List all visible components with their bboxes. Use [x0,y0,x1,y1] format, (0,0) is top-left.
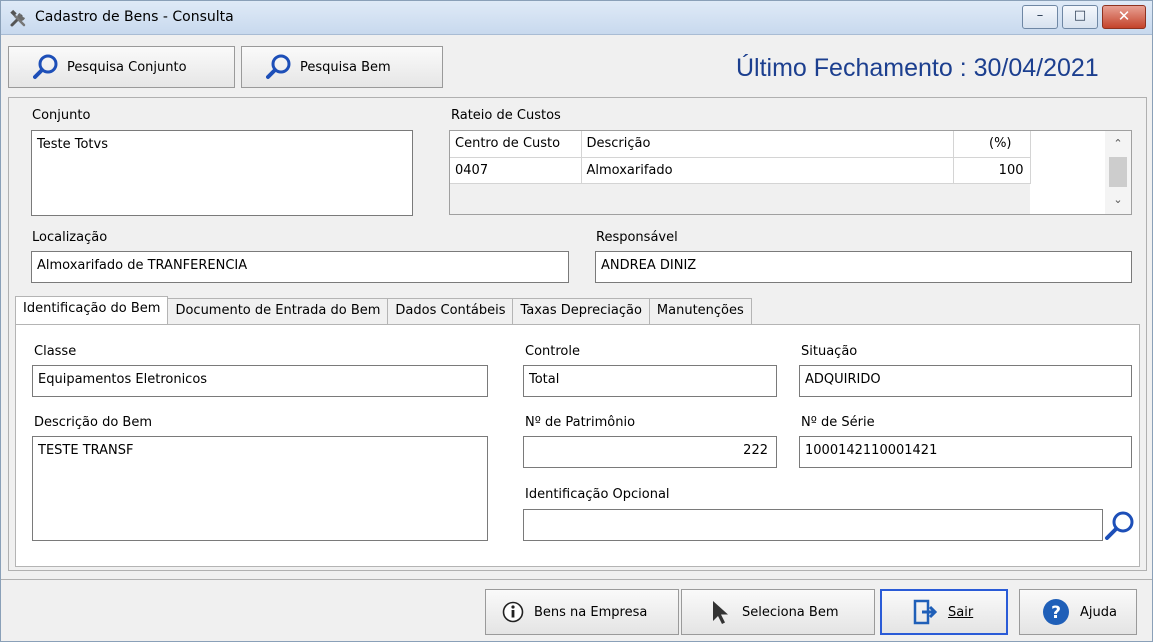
svg-text:?: ? [1051,603,1061,623]
responsavel-field[interactable]: ANDREA DINIZ [595,251,1132,283]
classe-label: Classe [34,344,77,359]
controle-label: Controle [525,344,580,359]
rateio-grid[interactable]: Centro de Custo Descrição (%) 0407 Almox… [449,130,1132,215]
seleciona-bem-button[interactable]: Seleciona Bem [681,589,875,635]
cursor-icon [713,601,728,624]
ajuda-button[interactable]: ? Ajuda [1019,589,1137,635]
tab-taxas-depreciacao[interactable]: Taxas Depreciação [513,298,650,325]
tab-documento-entrada[interactable]: Documento de Entrada do Bem [168,298,389,325]
bens-empresa-label: Bens na Empresa [534,604,648,620]
serie-field[interactable]: 1000142110001421 [799,436,1132,468]
scroll-up-icon[interactable]: ⌃ [1105,137,1131,150]
tab-manutencoes[interactable]: Manutenções [649,298,752,325]
tools-icon [10,9,26,27]
pesquisa-bem-label: Pesquisa Bem [300,59,391,75]
title-bar[interactable]: Cadastro de Bens - Consulta – □ ✕ [1,1,1152,35]
col-centro-custo: Centro de Custo [450,131,582,158]
grid-scrollbar[interactable]: ⌃ ⌄ [1105,131,1131,214]
maximize-button[interactable]: □ [1062,5,1098,29]
controle-field[interactable]: Total [523,365,777,397]
table-header-row: Centro de Custo Descrição (%) [450,131,1031,158]
close-icon: ✕ [1117,7,1131,25]
cell-percent: 100 [953,157,1031,184]
tab-identificacao[interactable]: Identificação do Bem [15,296,169,325]
window-title: Cadastro de Bens - Consulta [35,9,234,25]
pesquisa-bem-button[interactable]: Pesquisa Bem [241,46,443,88]
serie-label: Nº de Série [801,415,875,430]
conjunto-field[interactable]: Teste Totvs [31,130,413,216]
info-icon [502,601,524,623]
localizacao-label: Localização [32,230,108,245]
tab-dados-contabeis[interactable]: Dados Contábeis [388,298,514,325]
maximize-icon: □ [1073,8,1087,23]
responsavel-label: Responsável [596,230,678,245]
cell-centro-custo: 0407 [450,157,582,184]
bens-empresa-button[interactable]: Bens na Empresa [485,589,679,635]
scroll-down-icon[interactable]: ⌄ [1105,193,1131,206]
sair-button[interactable]: Sair [880,589,1008,635]
pesquisa-conjunto-button[interactable]: Pesquisa Conjunto [8,46,235,88]
ultimo-fechamento: Último Fechamento : 30/04/2021 [736,54,1099,82]
descricao-field[interactable]: TESTE TRANSF [32,436,488,541]
col-descricao: Descrição [581,131,954,158]
ajuda-label: Ajuda [1080,604,1117,620]
patrimonio-label: Nº de Patrimônio [525,415,636,430]
window-controls: – □ ✕ [1022,5,1146,29]
close-button[interactable]: ✕ [1102,5,1146,29]
seleciona-bem-label: Seleciona Bem [742,604,839,620]
rateio-label: Rateio de Custos [451,108,561,123]
search-icon [266,54,291,79]
opcional-label: Identificação Opcional [525,487,670,502]
conjunto-label: Conjunto [32,108,91,123]
table-row[interactable]: 0407 Almoxarifado 100 [450,157,1031,184]
help-icon: ? [1043,599,1069,625]
rateio-table: Centro de Custo Descrição (%) 0407 Almox… [450,131,1031,184]
main-window: Cadastro de Bens - Consulta – □ ✕ Pesqui… [0,0,1153,642]
col-percent: (%) [953,131,1031,158]
situacao-field[interactable]: ADQUIRIDO [799,365,1132,397]
sair-label: Sair [948,604,974,620]
scroll-thumb[interactable] [1109,157,1127,187]
search-icon [33,54,58,79]
situacao-label: Situação [801,344,858,359]
opcional-field[interactable] [523,509,1103,541]
minimize-icon: – [1036,8,1044,23]
patrimonio-field[interactable]: 222 [523,436,777,468]
tab-strip: Identificação do Bem Documento de Entrad… [15,296,752,325]
minimize-button[interactable]: – [1022,5,1058,29]
exit-icon [913,599,938,625]
descricao-label: Descrição do Bem [34,415,153,430]
search-icon[interactable] [1102,510,1136,540]
localizacao-field[interactable]: Almoxarifado de TRANFERENCIA [31,251,569,283]
cell-descricao: Almoxarifado [581,157,954,184]
classe-field[interactable]: Equipamentos Eletronicos [32,365,488,397]
pesquisa-conjunto-label: Pesquisa Conjunto [67,59,187,75]
